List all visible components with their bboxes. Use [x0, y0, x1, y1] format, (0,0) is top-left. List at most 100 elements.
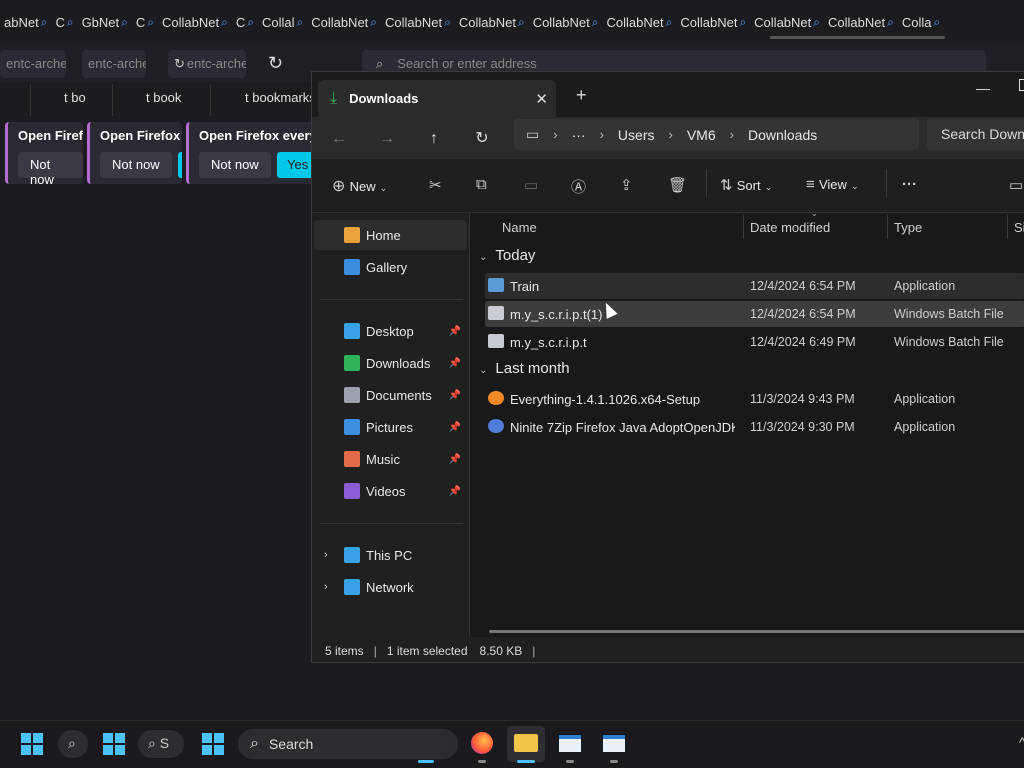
not-now-button[interactable]: Not now	[18, 152, 83, 184]
taskbar-search-box[interactable]: ⌕ Search	[238, 729, 458, 759]
group-header[interactable]: ⌄ Last month	[479, 360, 570, 377]
pin-icon[interactable]: 📌	[449, 390, 461, 401]
sidebar-item-home[interactable]: Home	[314, 220, 467, 250]
column-header-date[interactable]: Date modified	[750, 220, 830, 235]
more-options-button[interactable]: ···	[902, 176, 917, 193]
firefox-tab[interactable]: C ⌕	[132, 0, 158, 44]
firefox-tab[interactable]: CollabNet ⌕	[603, 0, 677, 44]
bookmark-item[interactable]: t bookmarks	[245, 90, 316, 105]
tab-downloads[interactable]: ⤓ Downloads ✕	[318, 80, 556, 117]
pin-icon[interactable]: 📌	[449, 326, 461, 337]
new-button[interactable]: ⊕ New ⌄	[332, 176, 387, 196]
new-tab-button[interactable]: +	[576, 85, 587, 106]
breadcrumb-vm6[interactable]: VM6	[687, 127, 716, 143]
view-button[interactable]: ≡ View ⌄	[806, 176, 859, 193]
app-taskbar-icon[interactable]	[551, 726, 589, 762]
delete-icon[interactable]: 🗑	[668, 176, 687, 194]
firefox-taskbar-icon[interactable]	[463, 726, 501, 762]
url-field[interactable]: entc-arche	[0, 50, 66, 78]
url-field[interactable]: ↻ entc-arche	[168, 50, 246, 78]
sidebar-item-music[interactable]: Music 📌	[314, 444, 467, 474]
copy-icon[interactable]: ⧉	[476, 176, 487, 193]
not-now-button[interactable]: Not now	[199, 152, 271, 178]
firefox-tab[interactable]: C ⌕	[51, 0, 77, 44]
sidebar-item-pictures[interactable]: Pictures 📌	[314, 412, 467, 442]
column-header-name[interactable]: Name	[502, 220, 537, 235]
bookmark-item[interactable]: t book	[146, 90, 181, 105]
details-pane-icon[interactable]: ▭	[1009, 176, 1023, 194]
start-icon[interactable]	[21, 733, 43, 755]
tab-favicon-icon: ⌕	[221, 14, 228, 29]
not-now-button[interactable]: Not now	[100, 152, 172, 178]
sidebar-item-this-pc[interactable]: › This PC	[314, 540, 467, 570]
horizontal-scrollbar[interactable]	[489, 630, 1024, 633]
folder-icon	[514, 734, 538, 752]
divider	[30, 84, 31, 116]
firefox-tab[interactable]: CollabNet ⌕	[529, 0, 603, 44]
group-header[interactable]: ⌄ Today	[479, 247, 535, 264]
refresh-icon[interactable]: ↻	[467, 124, 497, 154]
firefox-tab[interactable]: Collal ⌕	[258, 0, 307, 44]
maximize-icon[interactable]	[1019, 79, 1024, 91]
firefox-tab[interactable]: CollabNet ⌕	[158, 0, 232, 44]
breadcrumb-downloads[interactable]: Downloads	[748, 127, 817, 143]
divider: |	[373, 643, 377, 658]
tab-strip-scrollbar[interactable]	[770, 36, 945, 39]
pin-icon[interactable]: 📌	[449, 358, 461, 369]
back-icon[interactable]: ←	[324, 124, 354, 154]
chevron-right-icon[interactable]: ›	[324, 549, 328, 561]
firefox-tab[interactable]: CollabNet ⌕	[381, 0, 455, 44]
firefox-tab[interactable]: GbNet ⌕	[78, 0, 132, 44]
pin-icon[interactable]: 📌	[449, 454, 461, 465]
breadcrumb-more[interactable]: ···	[572, 127, 586, 143]
sidebar-item-downloads[interactable]: Downloads 📌	[314, 348, 467, 378]
taskbar-search-mini[interactable]: ⌕ S	[138, 730, 184, 758]
taskbar-indicator	[478, 760, 486, 763]
file-row[interactable]: Train 12/4/2024 6:54 PM Application	[485, 273, 1024, 299]
chevron-right-icon[interactable]: ›	[324, 581, 328, 593]
url-placeholder: entc-arche	[6, 56, 66, 71]
firefox-tab[interactable]: CollabNet ⌕	[455, 0, 529, 44]
file-row[interactable]: Ninite 7Zip Firefox Java AdoptOpenJDK x.…	[485, 414, 1024, 440]
yes-button[interactable]	[178, 152, 182, 178]
app-taskbar-icon[interactable]	[595, 726, 633, 762]
sidebar-item-videos[interactable]: Videos 📌	[314, 476, 467, 506]
file-row[interactable]: m.y_s.c.r.i.p.t(1) 12/4/2024 6:54 PM Windo…	[485, 301, 1024, 327]
address-bar[interactable]: ▭ › ··· › Users › VM6 › Downloads	[514, 119, 919, 150]
rename-icon[interactable]: Ⓐ	[571, 176, 586, 197]
pin-icon[interactable]: 📌	[449, 422, 461, 433]
firefox-tab[interactable]: C ⌕	[232, 0, 258, 44]
url-field[interactable]: entc-arche	[82, 50, 146, 78]
up-icon[interactable]: ↑	[419, 124, 449, 154]
reload-icon[interactable]: ↻	[268, 53, 283, 74]
sidebar-item-desktop[interactable]: Desktop 📌	[314, 316, 467, 346]
sidebar-item-documents[interactable]: Documents 📌	[314, 380, 467, 410]
file-row[interactable]: m.y_s.c.r.i.p.t 12/4/2024 6:49 PM Windows …	[485, 329, 1024, 355]
firefox-tab[interactable]: CollabNet ⌕	[676, 0, 750, 44]
cut-icon[interactable]: ✂	[429, 176, 442, 194]
paste-icon[interactable]: ▭	[524, 176, 538, 194]
file-row[interactable]: Everything-1.4.1.1026.x64-Setup 11/3/2024…	[485, 386, 1024, 412]
start-icon[interactable]	[202, 733, 224, 755]
taskbar-search-mini[interactable]: ⌕	[58, 730, 88, 758]
sort-button[interactable]: ⇅ Sort ⌄	[720, 176, 772, 194]
column-header-type[interactable]: Type	[894, 220, 922, 235]
share-icon[interactable]: ⇪	[620, 176, 633, 194]
forward-icon[interactable]: →	[372, 124, 402, 154]
bookmark-item[interactable]: t bo	[64, 90, 86, 105]
pin-icon[interactable]: 📌	[449, 486, 461, 497]
sidebar-item-network[interactable]: › Network	[314, 572, 467, 602]
firefox-tab[interactable]: abNet ⌕	[0, 0, 51, 44]
breadcrumb-users[interactable]: Users	[618, 127, 655, 143]
column-header-size[interactable]: Siz	[1014, 220, 1024, 235]
sidebar-item-gallery[interactable]: Gallery	[314, 252, 467, 282]
chevron-up-icon[interactable]: ^	[1019, 734, 1024, 750]
file-explorer-taskbar-icon[interactable]	[507, 726, 545, 762]
sort-indicator-icon: ⌄	[811, 209, 818, 218]
close-tab-icon[interactable]: ✕	[535, 90, 548, 108]
start-icon[interactable]	[103, 733, 125, 755]
tab-label: CollabNet	[458, 14, 516, 30]
search-input[interactable]: Search Downl	[927, 119, 1024, 150]
minimize-icon[interactable]: —	[976, 80, 990, 96]
firefox-tab[interactable]: CollabNet ⌕	[307, 0, 381, 44]
